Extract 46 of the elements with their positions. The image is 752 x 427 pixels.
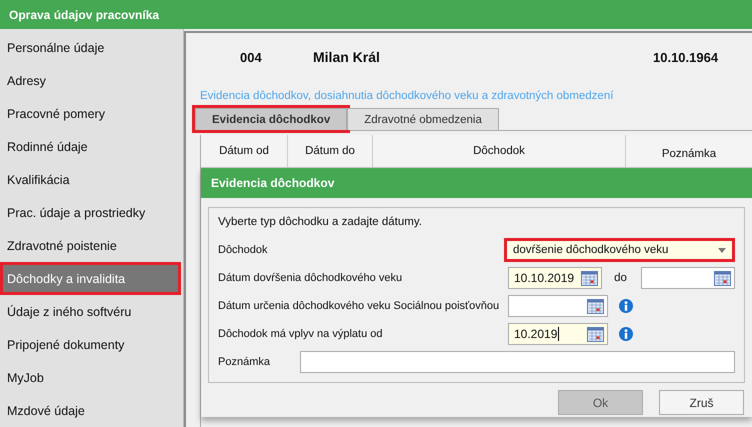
pension-dropdown[interactable]: dovŕšenie dôchodkového veku — [504, 238, 735, 262]
sidebar-item[interactable]: Personálne údaje — [0, 31, 181, 64]
tab[interactable]: Evidencia dôchodkov — [195, 108, 348, 130]
sidebar-item[interactable]: MyJob — [0, 361, 181, 394]
sidebar-item[interactable]: Zdravotné poistenie — [0, 229, 181, 262]
sidebar-item[interactable]: Mzdové údaje — [0, 394, 181, 427]
caret-icon — [718, 248, 726, 252]
sidebar-item[interactable]: Adresy — [0, 64, 181, 97]
field-label: Dátum určenia dôchodkového veku Sociálnou poisťovňou — [218, 300, 500, 312]
calendar-icon[interactable] — [587, 298, 604, 314]
sidebar-item[interactable]: Údaje z iného softvéru — [0, 295, 181, 328]
date-field[interactable]: 10.10.2019 — [508, 267, 602, 289]
field-label: Poznámka — [218, 356, 271, 368]
calendar-icon[interactable] — [714, 270, 731, 286]
ok-button[interactable]: Ok — [558, 390, 643, 415]
employee-name: Milan Král — [313, 49, 381, 65]
field-label: Dôchodok má vplyv na výplatu od — [218, 328, 384, 340]
field-label: Dátum dovŕšenia dôchodkového veku — [218, 272, 404, 284]
sidebar-item[interactable]: Prac. údaje a prostriedky — [0, 196, 181, 229]
instruction-text: Vyberte typ dôchodku a zadajte dátumy. — [218, 216, 423, 230]
column-header[interactable]: Dátum od — [201, 135, 288, 167]
sidebar-item[interactable]: Rodinné údaje — [0, 130, 181, 163]
sidebar-item[interactable]: Pracovné pomery — [0, 97, 181, 130]
section-caption: Evidencia dôchodkov, dosiahnutia dôchodkového veku a zdravotných obmedzení — [200, 90, 614, 104]
sidebar-item[interactable]: Kvalifikácia — [0, 163, 181, 196]
date-field[interactable] — [508, 295, 608, 317]
cancel-button[interactable]: Zruš — [659, 390, 744, 415]
column-header[interactable]: Dátum do — [288, 135, 373, 167]
sidebar-item[interactable]: Dôchodky a invalidita — [0, 262, 181, 295]
tab[interactable]: Zdravotné obmedzenia — [347, 108, 499, 130]
column-header[interactable]: Dôchodok — [373, 135, 626, 167]
date-field[interactable]: 10.2019 — [508, 323, 608, 345]
window-title: Oprava údajov pracovníka — [9, 8, 160, 22]
column-header[interactable]: Poznámka — [626, 135, 752, 167]
field-label: do — [614, 272, 627, 284]
dialog-title: Evidencia dôchodkov — [211, 176, 334, 190]
field-label: Dôchodok — [218, 244, 269, 256]
sidebar-item[interactable]: Pripojené dokumenty — [0, 328, 181, 361]
info-icon[interactable] — [619, 327, 633, 341]
note-field[interactable] — [300, 351, 735, 373]
calendar-icon[interactable] — [581, 270, 598, 286]
info-icon[interactable] — [619, 299, 633, 313]
calendar-icon[interactable] — [587, 326, 604, 342]
date-field[interactable] — [640, 267, 735, 289]
birth-date: 10.10.1964 — [653, 50, 718, 64]
employee-number: 004 — [240, 50, 263, 64]
